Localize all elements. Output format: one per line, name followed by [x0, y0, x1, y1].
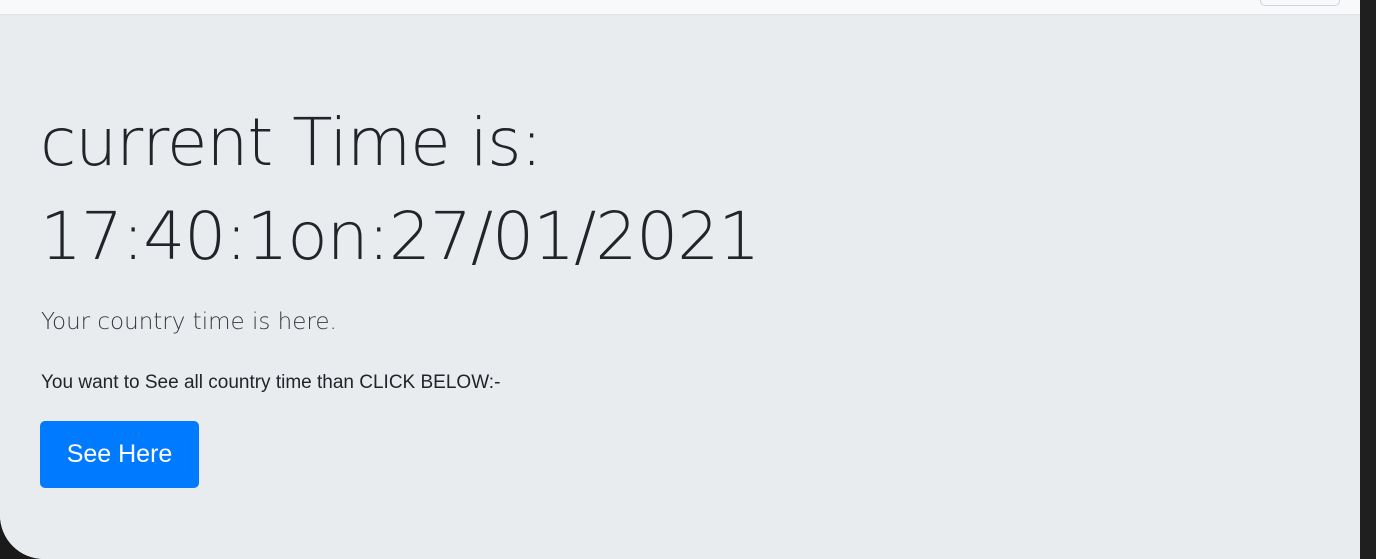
current-time-value: 17:40:1on:27/01/2021 — [40, 198, 760, 275]
lead-text: Your country time is here. — [41, 309, 337, 335]
time-heading: current Time is: 17:40:1on:27/01/2021 — [40, 96, 760, 284]
browser-viewport: current Time is: 17:40:1on:27/01/2021 Yo… — [0, 0, 1360, 559]
navbar — [0, 0, 1360, 15]
navbar-toggler-button[interactable] — [1260, 0, 1340, 6]
info-text: You want to See all country time than CL… — [41, 372, 501, 393]
device-edge — [1360, 0, 1376, 559]
heading-label: current Time is: — [40, 104, 543, 181]
see-here-button[interactable]: See Here — [40, 421, 199, 488]
